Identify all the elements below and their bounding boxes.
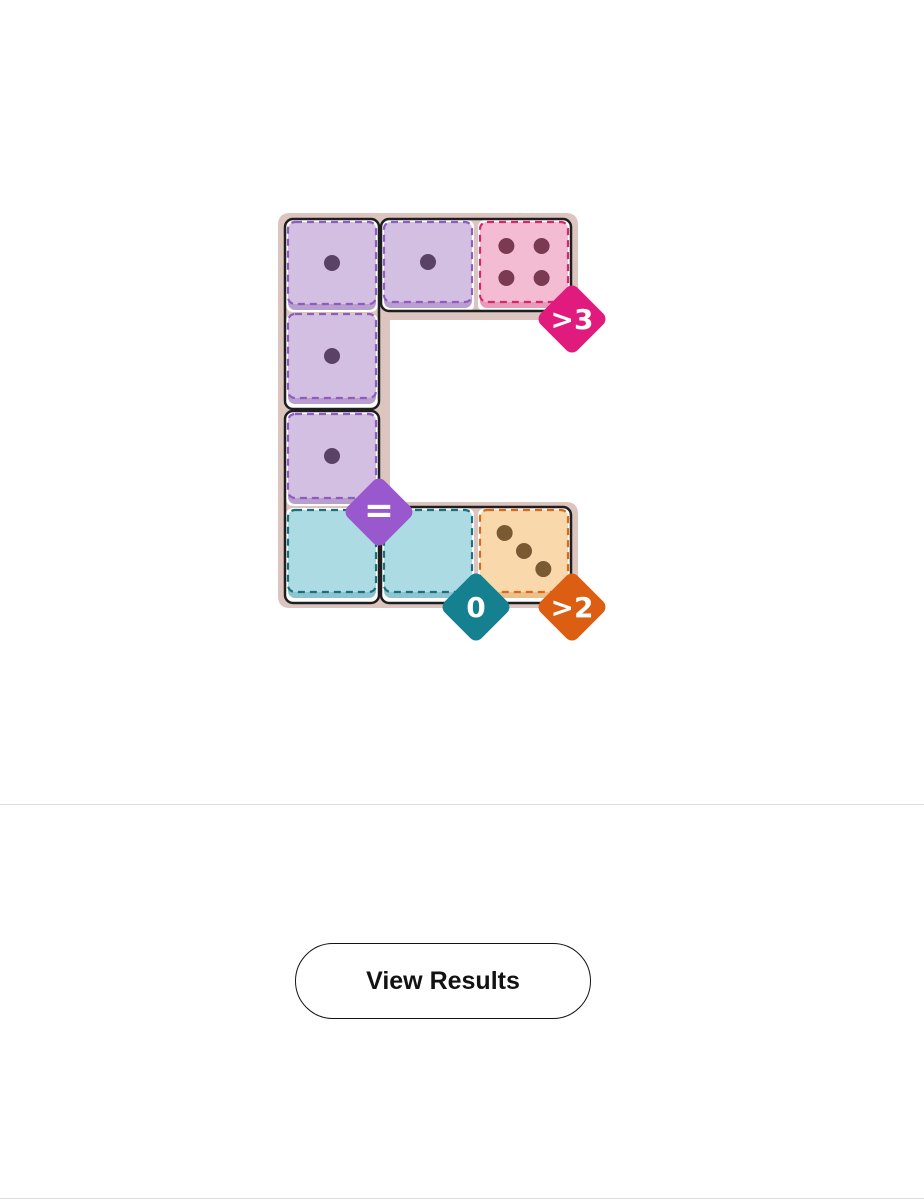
die-pip [324, 255, 340, 271]
die-pip [498, 238, 515, 254]
die-pip [533, 238, 550, 254]
badge-label: >3 [551, 303, 594, 336]
die-pip [516, 543, 532, 559]
die-purple[interactable] [286, 412, 378, 504]
die-purple[interactable] [382, 220, 474, 308]
die-pip [496, 524, 513, 541]
puzzle-area: = >3 0 >2 [0, 0, 924, 804]
die-purple[interactable] [286, 312, 378, 404]
die-pip [535, 561, 552, 578]
die-pip [324, 348, 340, 364]
die-pink[interactable] [478, 220, 570, 308]
die-pip [324, 448, 340, 464]
badge-label: 0 [466, 591, 485, 624]
puzzle-board: = >3 0 >2 [278, 213, 606, 641]
die-orange[interactable] [478, 508, 570, 598]
bottom-divider [0, 1198, 924, 1199]
badge-label: >2 [551, 591, 594, 624]
die-pip [533, 270, 550, 286]
die-face [478, 220, 570, 304]
die-pip [420, 254, 436, 270]
section-divider [0, 804, 924, 805]
die-purple[interactable] [286, 220, 378, 310]
die-pip [498, 270, 515, 286]
view-results-button[interactable]: View Results [295, 943, 591, 1019]
badge-label: = [364, 490, 394, 531]
